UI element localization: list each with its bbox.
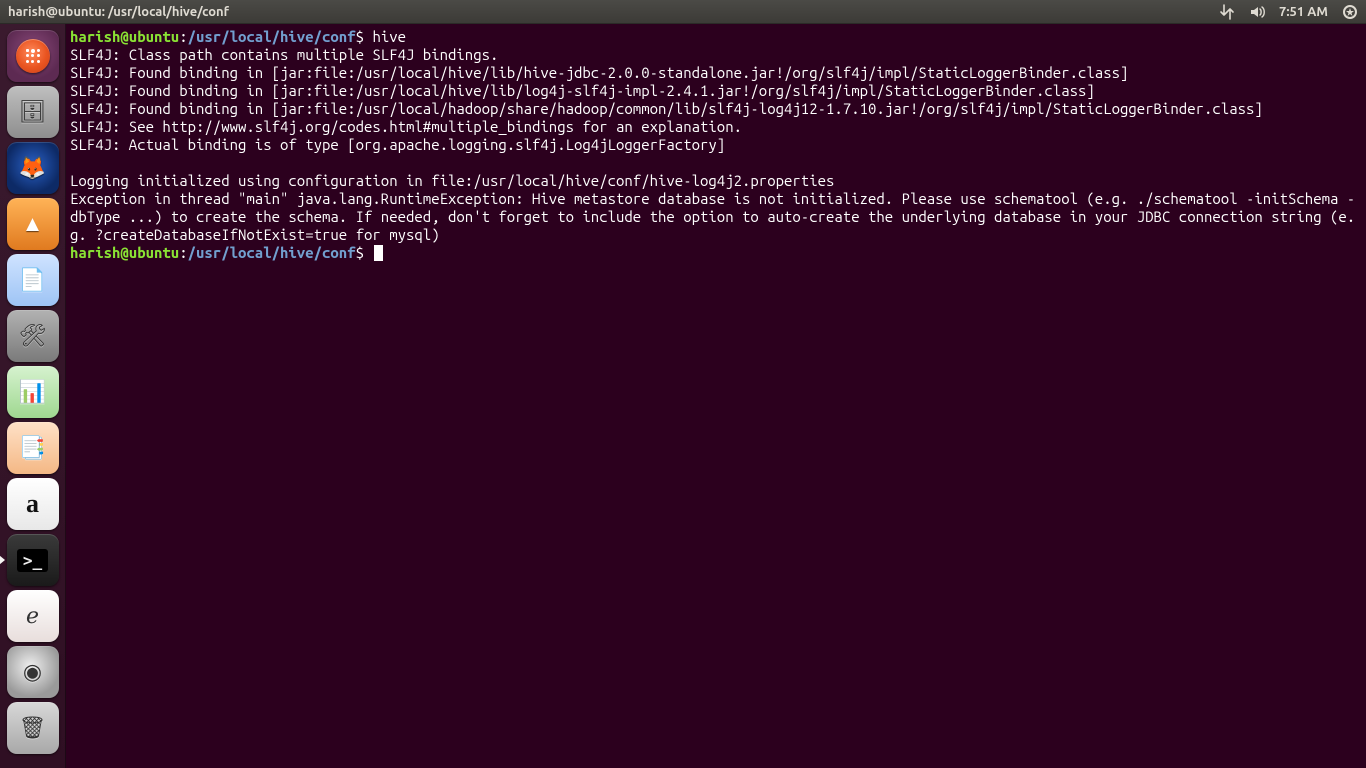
terminal-icon[interactable]: >_ — [7, 534, 59, 586]
network-indicator-icon[interactable] — [1219, 4, 1235, 20]
document-viewer-glyph-icon: ℯ — [26, 603, 39, 629]
vlc-icon[interactable]: ▲ — [7, 198, 59, 250]
unity-launcher: 🗄 🦊 ▲ 📄 🛠 📊 📑 a >_ ℯ ◉ 🗑 — [0, 24, 66, 768]
disc-burner-icon[interactable]: ◉ — [7, 646, 59, 698]
system-settings-icon[interactable]: 🛠 — [7, 310, 59, 362]
indicator-area: 7:51 AM — [1219, 4, 1358, 20]
amazon-icon[interactable]: a — [7, 478, 59, 530]
window-title: harish@ubuntu: /usr/local/hive/conf — [8, 5, 1219, 19]
firefox-glyph-icon: 🦊 — [19, 155, 46, 181]
files-glyph-icon: 🗄 — [19, 99, 47, 125]
terminal-cursor — [374, 245, 383, 261]
clock-indicator[interactable]: 7:51 AM — [1279, 5, 1328, 19]
terminal-output[interactable]: harish@ubuntu:/usr/local/hive/conf$ hive… — [66, 24, 1366, 266]
amazon-glyph-icon: a — [26, 489, 39, 519]
libreoffice-calc-icon[interactable]: 📊 — [7, 366, 59, 418]
dash-home-icon[interactable] — [7, 30, 59, 82]
terminal-window[interactable]: harish@ubuntu:/usr/local/hive/conf$ hive… — [66, 24, 1366, 768]
disc-burner-glyph-icon: ◉ — [23, 659, 42, 685]
vlc-glyph-icon: ▲ — [22, 211, 44, 237]
files-icon[interactable]: 🗄 — [7, 86, 59, 138]
document-viewer-icon[interactable]: ℯ — [7, 590, 59, 642]
libreoffice-calc-glyph-icon: 📊 — [19, 379, 46, 405]
libreoffice-writer-glyph-icon: 📄 — [19, 267, 46, 293]
sound-indicator-icon[interactable] — [1249, 4, 1265, 20]
terminal-glyph-icon: >_ — [17, 549, 48, 572]
libreoffice-impress-icon[interactable]: 📑 — [7, 422, 59, 474]
libreoffice-impress-glyph-icon: 📑 — [19, 435, 46, 461]
top-menubar: harish@ubuntu: /usr/local/hive/conf 7:51… — [0, 0, 1366, 24]
trash-icon[interactable]: 🗑 — [7, 702, 59, 754]
libreoffice-writer-icon[interactable]: 📄 — [7, 254, 59, 306]
firefox-icon[interactable]: 🦊 — [7, 142, 59, 194]
trash-glyph-icon: 🗑 — [19, 715, 47, 741]
system-settings-glyph-icon: 🛠 — [19, 323, 47, 349]
session-indicator-icon[interactable] — [1342, 4, 1358, 20]
